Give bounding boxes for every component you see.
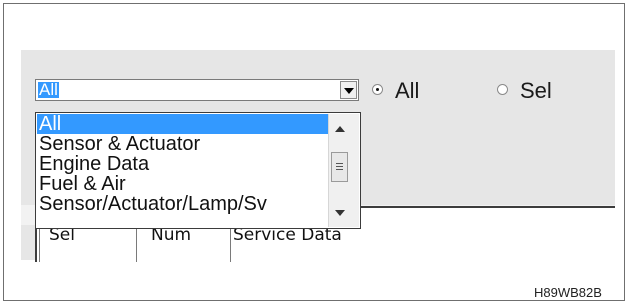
figure-code: H89WB82B xyxy=(534,285,602,300)
dropdown-option[interactable]: Fuel & Air xyxy=(37,174,329,194)
chevron-down-icon xyxy=(344,88,354,94)
radio-all-circle[interactable] xyxy=(372,84,383,95)
scrollbar-thumb[interactable] xyxy=(331,152,348,182)
radio-checked-dot xyxy=(376,88,379,91)
grip-line xyxy=(336,169,343,170)
dropdown-option[interactable]: Engine Data xyxy=(37,154,329,174)
scroll-down-icon[interactable] xyxy=(335,210,345,216)
combobox-dropdown-button[interactable] xyxy=(340,81,357,99)
radio-sel-circle[interactable] xyxy=(497,84,508,95)
combobox-selected-value: All xyxy=(38,80,59,99)
grip-line xyxy=(336,163,343,164)
dropdown-scrollbar[interactable] xyxy=(328,114,359,227)
dropdown-option[interactable]: Sensor/Actuator/Lamp/Sv xyxy=(37,194,329,214)
category-combobox[interactable]: All xyxy=(35,79,359,101)
category-dropdown-list: All Sensor & Actuator Engine Data Fuel &… xyxy=(35,112,361,229)
dropdown-option[interactable]: Sensor & Actuator xyxy=(37,134,329,154)
radio-sel-label: Sel xyxy=(520,78,552,103)
grip-line xyxy=(336,166,343,167)
dropdown-option[interactable]: All xyxy=(37,114,329,134)
scroll-up-icon[interactable] xyxy=(335,126,345,132)
radio-all-label: All xyxy=(395,78,420,103)
